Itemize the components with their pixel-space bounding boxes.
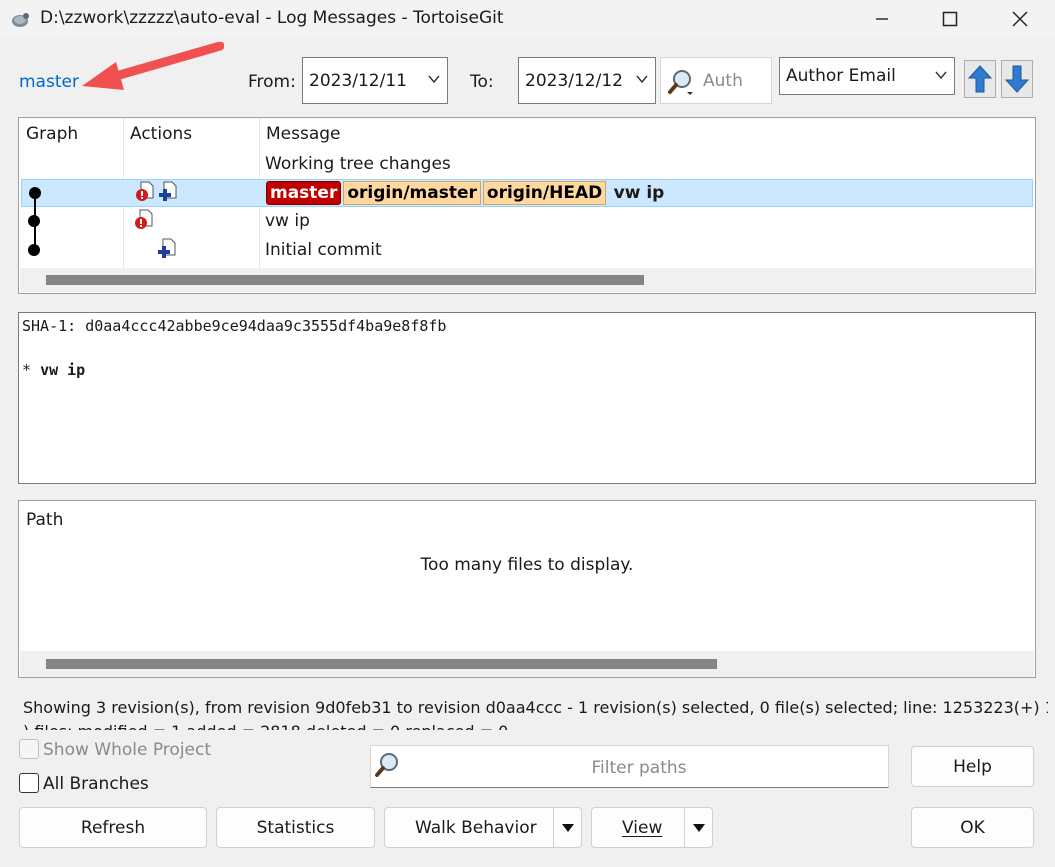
filter-paths-input[interactable]: Filter paths [370,745,889,788]
added-file-icon [159,181,177,201]
log-row-message: Initial commit [265,240,382,260]
title-bar: D:\zzwork\zzzzz\auto-eval - Log Messages… [0,0,1055,38]
annotation-arrow-icon [82,42,224,90]
branch-tag-local: master [266,181,342,205]
all-branches-checkbox[interactable] [19,773,39,793]
log-row-message: vw ip [265,211,310,231]
column-message[interactable]: Message [266,124,341,144]
current-branch-link[interactable]: master [19,72,79,92]
next-page-button[interactable] [1001,60,1033,98]
ok-button[interactable]: OK [911,807,1034,848]
help-button[interactable]: Help [911,746,1034,787]
view-button[interactable]: View [591,807,713,848]
window-title: D:\zzwork\zzzzz\auto-eval - Log Messages… [40,8,504,28]
commit-sha: SHA-1: d0aa4ccc42abbe9ce94daa9c3555df4ba… [22,317,447,335]
scrollbar-thumb[interactable] [46,659,717,669]
log-search-input[interactable]: Auth [660,57,772,104]
chevron-down-icon [636,75,648,84]
log-row-message: Working tree changes [265,154,451,174]
status-line-2: ) files: modified = 1 added = 2818 delet… [23,720,1048,730]
branch-tag-remote: origin/master [343,181,481,205]
message-bullet: * [22,361,32,379]
search-placeholder: Auth [703,71,743,91]
maximize-icon [942,11,958,27]
tortoisegit-icon [12,13,29,27]
to-label: To: [470,72,494,92]
log-row[interactable]: vw ip [21,208,1033,236]
column-path[interactable]: Path [26,510,63,530]
branch-tag-remote: origin/HEAD [482,181,607,205]
column-graph[interactable]: Graph [26,124,78,144]
search-icon [668,70,693,95]
refresh-button[interactable]: Refresh [19,807,207,848]
files-empty-message: Too many files to display. [420,555,634,575]
walk-behavior-button[interactable]: Walk Behavior [384,807,582,848]
log-row-working-tree[interactable]: Working tree changes [21,151,1033,179]
walk-behavior-dropdown[interactable] [553,808,581,847]
from-date-value: 2023/12/11 [309,70,407,91]
view-dropdown[interactable] [684,808,712,847]
scrollbar-thumb[interactable] [46,275,644,285]
commit-details[interactable]: SHA-1: d0aa4ccc42abbe9ce94daa9c3555df4ba… [18,312,1036,484]
column-actions[interactable]: Actions [130,124,192,144]
statistics-button[interactable]: Statistics [216,807,375,848]
log-row-selected[interactable]: master origin/master origin/HEAD vw ip [21,179,1033,207]
close-button[interactable] [997,0,1043,38]
status-line-1: Showing 3 revision(s), from revision 9d0… [23,698,1048,717]
view-label: View [622,817,663,838]
show-whole-project-checkbox[interactable] [19,739,39,759]
files-horizontal-scrollbar[interactable] [20,651,1034,677]
from-label: From: [248,72,296,92]
log-list[interactable]: Graph Actions Message Working tree chang… [18,117,1036,294]
filter-paths-placeholder: Filter paths [591,758,687,778]
commit-subject: vw ip [613,183,665,203]
search-field-value: Author Email [786,66,896,86]
arrow-up-icon [968,65,992,93]
minimize-icon [876,18,888,20]
modified-file-icon [136,181,154,201]
close-icon [1012,11,1028,27]
status-text: Showing 3 revision(s), from revision 9d0… [23,696,1048,730]
previous-page-button[interactable] [964,60,996,98]
arrow-down-icon [1005,65,1029,93]
changed-files-list[interactable]: Path Too many files to display. [18,500,1036,678]
show-whole-project-label: Show Whole Project [43,740,212,760]
message-subject: vw ip [40,361,86,379]
search-field-select[interactable]: Author Email [779,57,955,95]
from-date-picker[interactable]: 2023/12/11 [302,57,448,104]
all-branches-label: All Branches [43,774,149,794]
log-row-message: master origin/master origin/HEAD vw ip [266,181,664,205]
graph-line [34,193,36,253]
walk-behavior-label: Walk Behavior [415,817,537,838]
minimize-button[interactable] [859,0,905,38]
commit-message: * vw ip [22,361,85,379]
chevron-down-icon [935,71,947,80]
added-file-icon [158,238,176,258]
log-horizontal-scrollbar[interactable] [20,268,1034,292]
to-date-picker[interactable]: 2023/12/12 [518,57,656,104]
triangle-down-icon [692,823,705,832]
chevron-down-icon [428,75,440,84]
triangle-down-icon [561,823,574,832]
modified-file-icon [135,209,153,229]
to-date-value: 2023/12/12 [525,70,623,91]
maximize-button[interactable] [927,0,973,38]
log-row[interactable]: Initial commit [21,237,1033,265]
